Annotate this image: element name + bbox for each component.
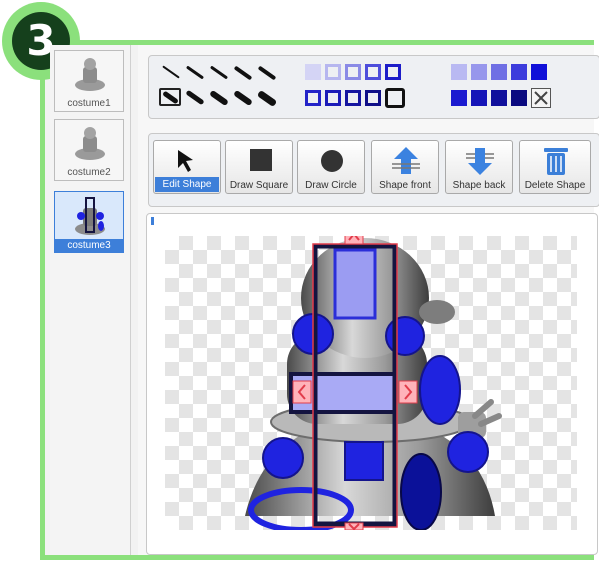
shape-light-rect[interactable] xyxy=(333,248,377,320)
tool-label: Draw Circle xyxy=(305,180,357,191)
robot-ear xyxy=(419,300,455,324)
pen-size-5[interactable] xyxy=(255,64,279,81)
shape-dark-ellipse[interactable] xyxy=(400,453,442,530)
close-icon xyxy=(534,91,548,105)
shape-right-eye-circle[interactable] xyxy=(385,316,425,356)
fill-swatch-4[interactable] xyxy=(511,64,527,80)
costume-editor: Edit Shape Draw Square Draw Circle Shape… xyxy=(138,45,599,555)
drawing-canvas[interactable] xyxy=(165,236,577,530)
robot-thumbnail-icon xyxy=(75,197,105,235)
costume-label: costume1 xyxy=(67,98,111,109)
pen-size-4[interactable] xyxy=(231,64,255,81)
stage-marker xyxy=(151,217,154,225)
outline-swatch-7[interactable] xyxy=(325,90,341,106)
fill-swatch-2[interactable] xyxy=(471,64,487,80)
pen-size-7[interactable] xyxy=(183,88,207,106)
no-fill-swatch[interactable] xyxy=(531,88,551,108)
shape-left-hand-circle[interactable] xyxy=(262,437,304,479)
robot-thumbnail-icon xyxy=(75,58,105,91)
pen-size-3[interactable] xyxy=(207,64,231,80)
costume-label: costume3 xyxy=(55,239,123,252)
resize-handle-top[interactable] xyxy=(344,236,364,245)
outline-swatch-1[interactable] xyxy=(305,64,321,80)
robot-thumbnail-icon xyxy=(75,127,105,160)
fill-swatch-8[interactable] xyxy=(491,90,507,106)
style-palette xyxy=(148,55,599,119)
drawing-stage xyxy=(146,213,598,555)
tool-label: Draw Square xyxy=(229,180,289,191)
pen-size-8[interactable] xyxy=(207,88,231,107)
circle-icon xyxy=(321,150,343,172)
pen-size-2[interactable] xyxy=(183,64,207,80)
shape-center-square[interactable] xyxy=(344,441,384,481)
outline-swatch-2[interactable] xyxy=(325,64,341,80)
tool-label: Shape back xyxy=(452,180,506,191)
pen-size-9[interactable] xyxy=(231,88,255,107)
costume-list: costume1 costume2 costume3 xyxy=(50,45,131,555)
tool-label: Edit Shape xyxy=(155,177,219,192)
tool-label: Shape front xyxy=(379,180,431,191)
resize-handle-right[interactable] xyxy=(398,380,418,404)
fill-swatch-6[interactable] xyxy=(451,90,467,106)
shape-toolbar: Edit Shape Draw Square Draw Circle Shape… xyxy=(148,133,599,207)
costume-item-1[interactable]: costume1 xyxy=(54,50,124,112)
pen-size-10[interactable] xyxy=(255,88,279,108)
arrow-down-icon xyxy=(466,148,494,175)
draw-circle-button[interactable]: Draw Circle xyxy=(297,140,365,194)
outline-swatch-black-selected[interactable] xyxy=(385,88,405,108)
shape-front-button[interactable]: Shape front xyxy=(371,140,439,194)
fill-swatch-5[interactable] xyxy=(531,64,547,80)
outline-swatch-3[interactable] xyxy=(345,64,361,80)
outline-swatch-9[interactable] xyxy=(365,90,381,106)
outline-swatch-6[interactable] xyxy=(305,90,321,106)
arrow-up-icon xyxy=(392,147,420,174)
shape-arm-ellipse[interactable] xyxy=(419,355,461,425)
fill-swatch-1[interactable] xyxy=(451,64,467,80)
outline-swatch-5[interactable] xyxy=(385,64,401,80)
shape-right-hand-circle[interactable] xyxy=(447,431,489,473)
resize-handle-left[interactable] xyxy=(292,380,312,404)
fill-swatch-7[interactable] xyxy=(471,90,487,106)
draw-square-button[interactable]: Draw Square xyxy=(225,140,293,194)
fill-swatch-3[interactable] xyxy=(491,64,507,80)
costume-item-3[interactable]: costume3 xyxy=(54,191,124,253)
robot-costume-drawing xyxy=(245,236,502,530)
edit-shape-button[interactable]: Edit Shape xyxy=(153,140,221,194)
square-icon xyxy=(250,149,272,171)
tool-label: Delete Shape xyxy=(524,180,586,191)
outline-swatch-8[interactable] xyxy=(345,90,361,106)
delete-shape-button[interactable]: Delete Shape xyxy=(519,140,591,194)
costume-label: costume2 xyxy=(67,167,111,178)
trash-icon xyxy=(544,148,568,175)
cursor-arrow-icon xyxy=(178,150,193,172)
pen-size-6-selected[interactable] xyxy=(159,88,181,106)
costume-item-2[interactable]: costume2 xyxy=(54,119,124,181)
shape-back-button[interactable]: Shape back xyxy=(445,140,513,194)
fill-swatch-9[interactable] xyxy=(511,90,527,106)
pen-size-1[interactable] xyxy=(159,64,183,80)
outline-swatch-4[interactable] xyxy=(365,64,381,80)
